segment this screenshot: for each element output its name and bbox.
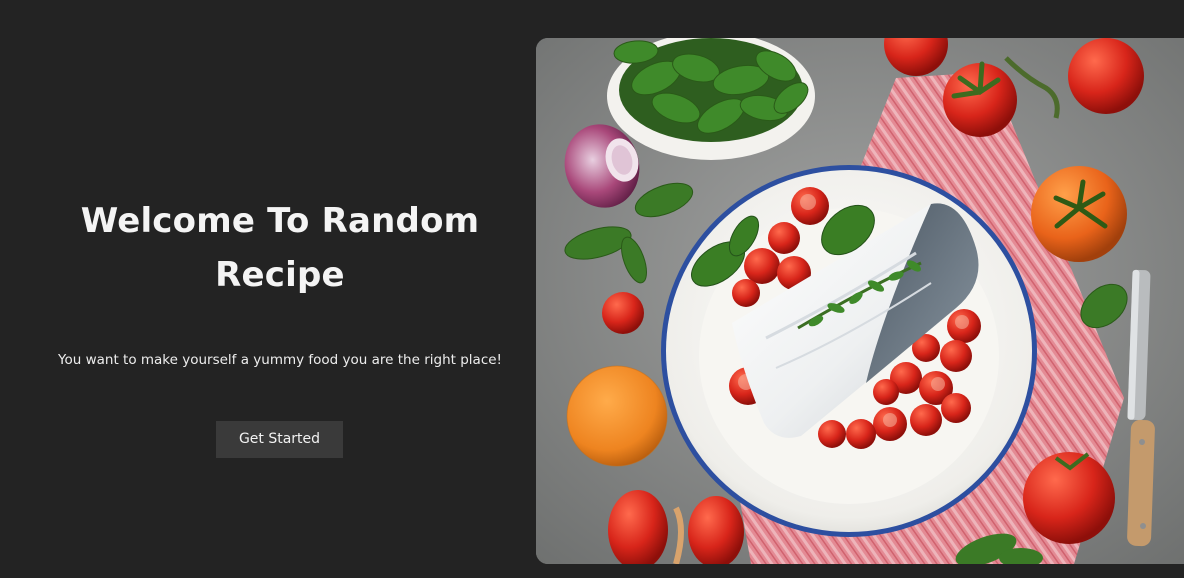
landing-page: Welcome To Random Recipe You want to mak…	[0, 0, 1184, 578]
food-illustration	[536, 38, 1184, 564]
hero-subtitle: You want to make yourself a yummy food y…	[58, 352, 502, 368]
hero-section: Welcome To Random Recipe You want to mak…	[0, 0, 560, 578]
page-title: Welcome To Random Recipe	[80, 201, 480, 295]
hero-food-image	[536, 38, 1184, 564]
get-started-button[interactable]: Get Started	[216, 421, 343, 458]
